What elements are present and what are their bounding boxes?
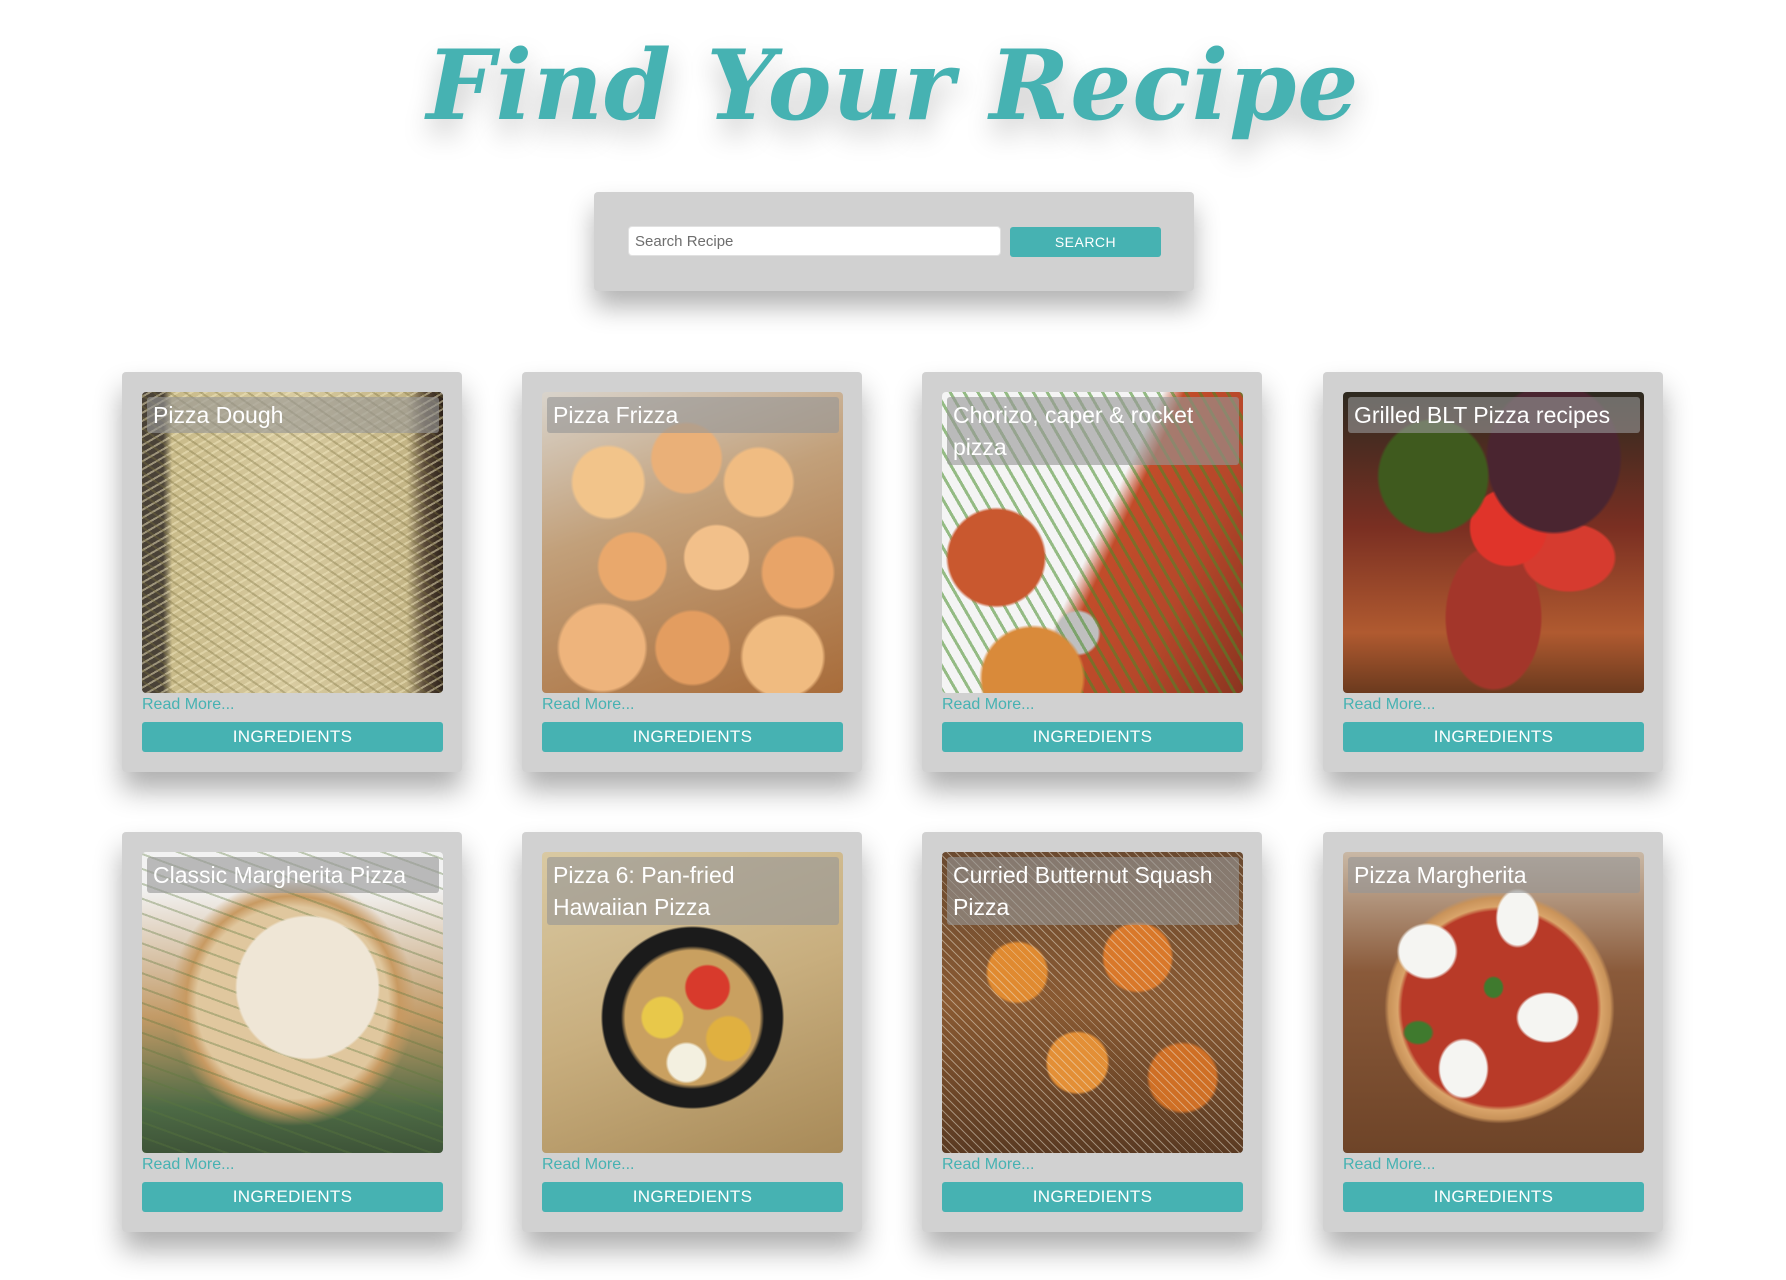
recipe-card-chorizo-pizza: Chorizo, caper & rocket pizza Read More.… <box>922 372 1262 772</box>
recipe-image[interactable]: Chorizo, caper & rocket pizza <box>942 392 1243 693</box>
read-more-link[interactable]: Read More... <box>1343 696 1435 714</box>
read-more-link[interactable]: Read More... <box>142 696 234 714</box>
page-title: Find Your Recipe <box>426 29 1360 142</box>
recipe-title: Pizza Margherita <box>1348 857 1640 893</box>
ingredients-button[interactable]: INGREDIENTS <box>942 1182 1243 1212</box>
recipe-image[interactable]: Pizza 6: Pan-fried Hawaiian Pizza <box>542 852 843 1153</box>
ingredients-button[interactable]: INGREDIENTS <box>1343 722 1644 752</box>
recipe-title: Pizza Dough <box>147 397 439 433</box>
ingredients-button[interactable]: INGREDIENTS <box>542 722 843 752</box>
search-panel: SEARCH <box>594 192 1194 291</box>
read-more-link[interactable]: Read More... <box>942 1156 1034 1174</box>
ingredients-button[interactable]: INGREDIENTS <box>142 1182 443 1212</box>
ingredients-button[interactable]: INGREDIENTS <box>1343 1182 1644 1212</box>
recipe-image[interactable]: Grilled BLT Pizza recipes <box>1343 392 1644 693</box>
recipe-title: Curried Butternut Squash Pizza <box>947 857 1239 925</box>
ingredients-button[interactable]: INGREDIENTS <box>142 722 443 752</box>
recipe-image[interactable]: Pizza Margherita <box>1343 852 1644 1153</box>
recipe-card-pizza-margherita: Pizza Margherita Read More... INGREDIENT… <box>1323 832 1663 1232</box>
recipe-title: Pizza Frizza <box>547 397 839 433</box>
read-more-link[interactable]: Read More... <box>542 696 634 714</box>
recipe-title: Grilled BLT Pizza recipes <box>1348 397 1640 433</box>
recipe-image[interactable]: Classic Margherita Pizza <box>142 852 443 1153</box>
recipe-image[interactable]: Curried Butternut Squash Pizza <box>942 852 1243 1153</box>
read-more-link[interactable]: Read More... <box>542 1156 634 1174</box>
read-more-link[interactable]: Read More... <box>942 696 1034 714</box>
recipe-card-classic-margherita: Classic Margherita Pizza Read More... IN… <box>122 832 462 1232</box>
recipe-image[interactable]: Pizza Frizza <box>542 392 843 693</box>
recipe-title: Classic Margherita Pizza <box>147 857 439 893</box>
search-input[interactable] <box>628 226 1001 256</box>
recipe-card-grilled-blt-pizza: Grilled BLT Pizza recipes Read More... I… <box>1323 372 1663 772</box>
recipe-card-pizza-dough: Pizza Dough Read More... INGREDIENTS <box>122 372 462 772</box>
ingredients-button[interactable]: INGREDIENTS <box>542 1182 843 1212</box>
read-more-link[interactable]: Read More... <box>142 1156 234 1174</box>
recipe-title: Chorizo, caper & rocket pizza <box>947 397 1239 465</box>
ingredients-button[interactable]: INGREDIENTS <box>942 722 1243 752</box>
read-more-link[interactable]: Read More... <box>1343 1156 1435 1174</box>
recipe-image[interactable]: Pizza Dough <box>142 392 443 693</box>
recipe-finder-page: Find Your Recipe SEARCH Pizza Dough Read… <box>0 0 1786 1280</box>
recipe-card-pizza-frizza: Pizza Frizza Read More... INGREDIENTS <box>522 372 862 772</box>
search-button[interactable]: SEARCH <box>1010 227 1161 257</box>
recipe-title: Pizza 6: Pan-fried Hawaiian Pizza <box>547 857 839 925</box>
recipe-card-butternut-squash-pizza: Curried Butternut Squash Pizza Read More… <box>922 832 1262 1232</box>
recipe-card-hawaiian-pizza: Pizza 6: Pan-fried Hawaiian Pizza Read M… <box>522 832 862 1232</box>
